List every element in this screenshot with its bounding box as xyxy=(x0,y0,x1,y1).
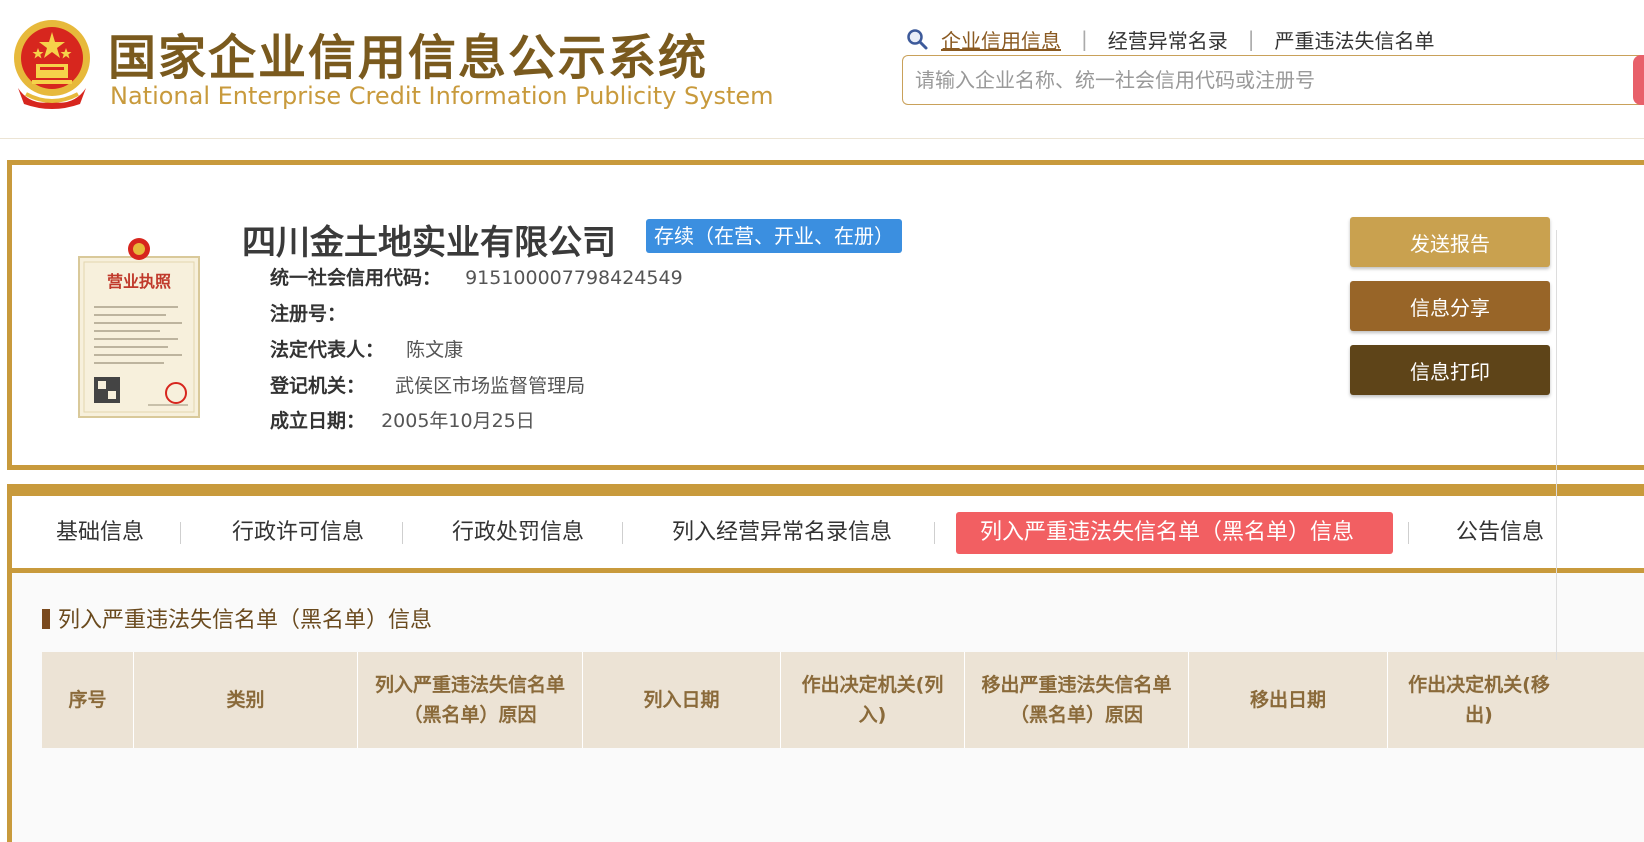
info-label: 统一社会信用代码： xyxy=(270,267,442,289)
blacklist-table-header: 序号 类别 列入严重违法失信名单（黑名单）原因 列入日期 作出决定机关(列入) … xyxy=(42,652,1644,748)
license-title: 营业执照 xyxy=(107,272,171,291)
info-reg-number: 注册号： xyxy=(270,299,346,329)
column-header: 作出决定机关(移出) xyxy=(1408,674,1550,726)
info-value: 2005年10月25日 xyxy=(381,410,535,432)
search-input[interactable] xyxy=(913,56,1557,104)
search-icon[interactable] xyxy=(905,27,929,51)
side-panel-edge xyxy=(1556,230,1561,660)
search-button[interactable] xyxy=(1633,55,1644,105)
tab-admin-license[interactable]: 行政许可信息 xyxy=(208,512,388,554)
tab-separator xyxy=(402,522,403,544)
section-title: 列入严重违法失信名单（黑名单）信息 xyxy=(42,606,432,636)
tab-separator xyxy=(180,522,181,544)
column-header: 类别 xyxy=(134,652,358,748)
nav-enterprise-credit[interactable]: 企业信用信息 xyxy=(941,25,1061,54)
detail-panel: 基础信息 行政许可信息 行政处罚信息 列入经营异常名录信息 列入严重违法失信名单… xyxy=(7,484,1644,842)
info-label: 注册号： xyxy=(270,303,347,325)
info-label: 法定代表人： xyxy=(270,339,385,361)
column-header: 列入严重违法失信名单（黑名单）原因 xyxy=(358,652,583,748)
tab-basic-info[interactable]: 基础信息 xyxy=(32,512,168,554)
send-report-button[interactable]: 发送报告 xyxy=(1350,217,1550,267)
nav-abnormal-list[interactable]: 经营异常名录 xyxy=(1108,25,1228,54)
company-card: 营业执照 四川金土地实业有限公司 存续（在营、开业、在册） 统一社会信用代码： … xyxy=(7,160,1644,470)
info-value: 陈文康 xyxy=(406,339,464,361)
tab-admin-penalty[interactable]: 行政处罚信息 xyxy=(428,512,608,554)
business-license-icon: 营业执照 xyxy=(78,238,200,418)
column-header: 移出日期 xyxy=(1189,652,1388,748)
tab-announcement-info[interactable]: 公告信息 xyxy=(1432,512,1568,554)
status-badge: 存续（在营、开业、在册） xyxy=(646,219,902,253)
nav-separator: | xyxy=(1247,27,1255,51)
company-name: 四川金土地实业有限公司 xyxy=(242,223,616,263)
tab-separator xyxy=(934,522,935,544)
column-header: 列入日期 xyxy=(583,652,781,748)
info-reg-authority: 登记机关： 武侯区市场监督管理局 xyxy=(270,371,585,401)
info-value: 武侯区市场监督管理局 xyxy=(395,375,586,397)
share-info-button[interactable]: 信息分享 xyxy=(1350,281,1550,331)
site-title-cn: 国家企业信用信息公示系统 xyxy=(108,30,709,86)
info-legal-rep: 法定代表人： 陈文康 xyxy=(270,335,463,365)
info-label: 成立日期： xyxy=(270,410,366,432)
site-header: 国家企业信用信息公示系统 National Enterprise Credit … xyxy=(0,0,1644,139)
column-header: 作出决定机关(列入) xyxy=(781,652,965,748)
info-label: 登记机关： xyxy=(270,375,366,397)
column-header: 移出严重违法失信名单（黑名单）原因 xyxy=(965,652,1189,748)
print-info-button[interactable]: 信息打印 xyxy=(1350,345,1550,395)
tabs-bar: 基础信息 行政许可信息 行政处罚信息 列入经营异常名录信息 列入严重违法失信名单… xyxy=(12,496,1644,573)
info-credit-code: 统一社会信用代码： 915100007798424549 xyxy=(270,263,683,293)
section-title-text: 列入严重违法失信名单（黑名单）信息 xyxy=(58,608,433,633)
info-established-date: 成立日期： 2005年10月25日 xyxy=(270,406,535,436)
tab-blacklist-info[interactable]: 列入严重违法失信名单（黑名单）信息 xyxy=(956,512,1393,554)
top-nav: 企业信用信息 | 经营异常名录 | 严重违法失信名单 xyxy=(905,24,1435,54)
tab-separator xyxy=(1408,522,1409,544)
search-box xyxy=(902,55,1644,105)
info-value: 915100007798424549 xyxy=(465,267,683,289)
column-header: 序号 xyxy=(42,652,134,748)
nav-separator: | xyxy=(1081,27,1088,51)
nav-blacklist[interactable]: 严重违法失信名单 xyxy=(1275,25,1435,54)
tab-abnormal-list-info[interactable]: 列入经营异常名录信息 xyxy=(648,512,916,554)
site-title-en: National Enterprise Credit Information P… xyxy=(110,82,774,110)
national-emblem-icon xyxy=(14,20,90,109)
tab-separator xyxy=(622,522,623,544)
section-title-marker xyxy=(42,609,50,629)
